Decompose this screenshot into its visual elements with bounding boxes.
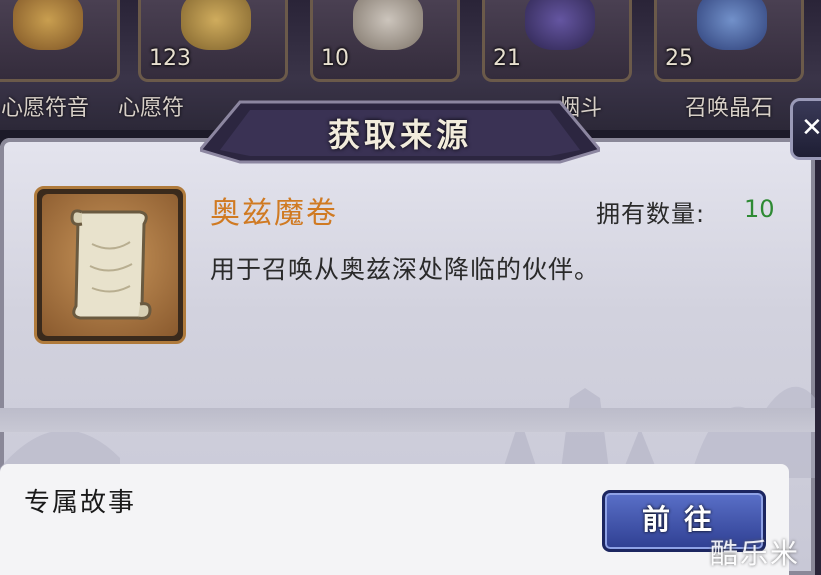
inventory-slot-pipe[interactable]: 21	[482, 0, 632, 82]
slot-label: 心愿符音	[0, 96, 89, 121]
crystal-icon	[697, 0, 767, 50]
slot-count: 10	[321, 46, 349, 71]
section-divider	[0, 408, 815, 432]
inventory-slot-summon-crystal[interactable]: 25	[654, 0, 804, 82]
slot-count: 123	[149, 46, 191, 71]
slot-count: 25	[665, 46, 693, 71]
inventory-slot-wish-note[interactable]	[0, 0, 120, 82]
dialog-title-bar: 获取来源	[200, 92, 600, 170]
slot-count: 21	[493, 46, 521, 71]
quantity-label: 拥有数量:	[596, 200, 706, 228]
dialog-title: 获取来源	[327, 116, 472, 154]
pipe-icon	[525, 0, 595, 50]
source-label: 专属故事	[24, 488, 137, 518]
watermark: 酷乐米	[710, 537, 801, 570]
item-name: 奥兹魔卷	[210, 196, 338, 231]
music-note-icon	[13, 0, 83, 50]
item-icon-frame	[34, 186, 186, 344]
item-description: 用于召唤从奥兹深处降临的伙伴。	[210, 255, 601, 284]
scroll-icon	[353, 0, 423, 50]
music-note-icon	[181, 0, 251, 50]
quantity-value: 10	[744, 195, 775, 223]
scroll-icon	[42, 194, 178, 336]
inventory-slot-scroll[interactable]: 10	[310, 0, 460, 82]
close-icon: ✕	[801, 113, 821, 143]
close-button[interactable]: ✕	[790, 98, 821, 160]
inventory-slot-wish-talisman[interactable]: 123	[138, 0, 288, 82]
slot-label: 召唤晶石	[684, 96, 773, 121]
panel-edge	[815, 130, 821, 575]
